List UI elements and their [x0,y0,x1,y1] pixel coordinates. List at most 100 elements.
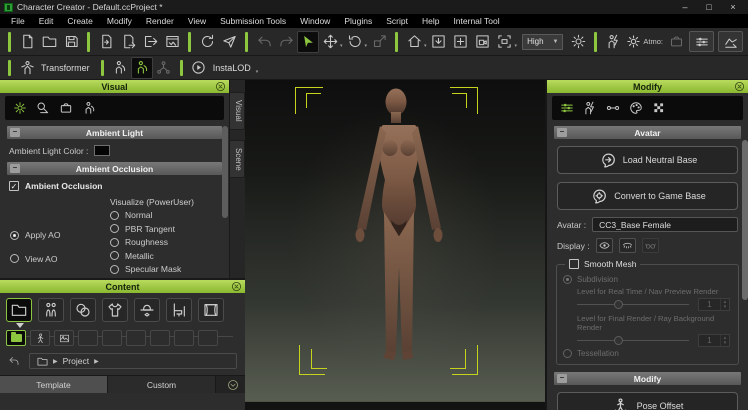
maximize-button[interactable]: □ [698,1,720,14]
bone-tab-icon[interactable] [606,101,620,115]
back-icon[interactable] [8,355,22,367]
export-document-button[interactable] [117,31,139,53]
subfolder-avatar-button[interactable] [30,330,50,346]
instalod-dropdown-icon[interactable]: ▾ [256,69,259,75]
visualize-pbr-tangent-radio[interactable] [110,224,119,233]
realtime-level-slider[interactable] [577,300,689,310]
hierarchy-button[interactable] [153,57,175,79]
view-ao-radio[interactable] [10,254,19,263]
save-project-button[interactable] [60,31,82,53]
edit-pose-button[interactable] [109,57,131,79]
avatar-section-header[interactable]: Avatar [554,126,741,139]
category-prop-button[interactable] [166,298,192,322]
load-neutral-base-button[interactable]: Load Neutral Base [557,146,738,174]
display-eye-button[interactable] [596,238,613,253]
viewport-3d[interactable] [245,80,545,410]
render-image-button[interactable] [161,31,183,53]
tab-custom[interactable]: Custom [108,376,216,393]
breadcrumb-root[interactable]: Project [63,356,89,366]
pose-offset-button[interactable]: Pose Offset [557,392,738,410]
sd-preview-button[interactable] [665,31,687,53]
import-button[interactable] [95,31,117,53]
final-level-slider[interactable] [577,336,689,346]
edit-motion-button[interactable] [131,57,153,79]
final-level-spinner[interactable]: 1 ▲▼ [698,334,730,347]
move-tool-dropdown-icon[interactable]: ▾ [340,43,343,49]
modify-section-header[interactable]: Modify [554,372,741,385]
texture-tab-icon[interactable] [652,101,666,115]
category-actor-button[interactable] [38,298,64,322]
transformer-label[interactable]: Transformer [41,63,90,73]
rotate-tool-dropdown-icon[interactable]: ▾ [365,43,368,49]
side-tab-scene[interactable]: Scene [230,140,245,179]
avatar-name-input[interactable]: CC3_Base Female [592,217,738,232]
move-tool-button[interactable] [319,31,341,53]
tab-template[interactable]: Template [0,376,108,393]
instalod-icon[interactable] [188,57,210,79]
visual-panel-header[interactable]: Visual [0,80,229,93]
side-tab-visual[interactable]: Visual [230,92,245,130]
center-view-button[interactable] [450,31,472,53]
open-project-button[interactable] [38,31,60,53]
expand-tabs-icon[interactable] [227,379,239,391]
camera-frame-button[interactable] [494,31,516,53]
instalod-label[interactable]: InstaLOD [213,63,251,73]
menu-help[interactable]: Help [415,14,446,28]
home-camera-button[interactable] [403,31,425,53]
menu-modify[interactable]: Modify [100,14,139,28]
new-project-button[interactable] [16,31,38,53]
spinner-arrows-icon[interactable]: ▲▼ [720,335,729,346]
material-tab-icon[interactable] [629,101,643,115]
update-check-button[interactable] [196,31,218,53]
menu-file[interactable]: File [4,14,32,28]
select-tool-button[interactable] [297,31,319,53]
render-quality-select[interactable]: High ▼ [522,34,563,50]
smooth-mesh-checkbox[interactable]: ✓ [569,259,579,269]
pose-tab-icon[interactable] [82,101,96,115]
scale-tool-button[interactable] [368,31,390,53]
ambient-light-section-header[interactable]: Ambient Light [7,126,222,139]
atmosphere-settings-button[interactable] [624,31,643,53]
lighting-button[interactable] [567,31,589,53]
subdivision-radio[interactable] [563,275,572,284]
visualize-specular-mask-radio[interactable] [110,265,119,274]
send-pose-button[interactable] [218,31,240,53]
undo-button[interactable] [253,31,275,53]
rotate-tool-button[interactable] [344,31,366,53]
character-tab-icon[interactable] [583,101,597,115]
sketch-mode-button[interactable] [718,31,743,52]
slider-knob[interactable] [614,336,623,345]
category-material-button[interactable] [70,298,96,322]
modify-panel-header[interactable]: Modify [547,80,748,93]
camera-tab-icon[interactable] [59,101,73,115]
tessellation-radio[interactable] [563,349,572,358]
ambient-light-color-swatch[interactable] [94,145,110,156]
spinner-arrows-icon[interactable]: ▲▼ [720,299,729,310]
modify-panel-close-icon[interactable] [734,81,745,92]
content-panel-close-icon[interactable] [231,281,242,292]
frame-selected-button[interactable] [428,31,450,53]
menu-render[interactable]: Render [139,14,181,28]
category-project-button[interactable] [6,298,32,322]
menu-view[interactable]: View [181,14,213,28]
realtime-level-spinner[interactable]: 1 ▲▼ [698,298,730,311]
apply-ao-radio[interactable] [10,231,19,240]
light-tab-icon[interactable] [36,101,50,115]
visual-panel-scrollbar[interactable] [222,126,228,218]
display-brow-button[interactable] [619,238,636,253]
camera-frame-dropdown-icon[interactable]: ▾ [515,43,518,49]
attribute-tab-icon[interactable] [560,101,574,115]
menu-window[interactable]: Window [293,14,337,28]
display-glasses-button[interactable] [642,238,659,253]
visualize-roughness-radio[interactable] [110,238,119,247]
visualize-metallic-radio[interactable] [110,251,119,260]
minimize-button[interactable]: – [674,1,696,14]
visual-settings-tab-icon[interactable] [13,101,27,115]
visualize-normal-radio[interactable] [110,211,119,220]
ambient-occlusion-checkbox[interactable]: ✓ [9,181,19,191]
visual-panel-close-icon[interactable] [215,81,226,92]
slider-knob[interactable] [614,300,623,309]
menu-submission-tools[interactable]: Submission Tools [213,14,293,28]
category-stage-button[interactable] [198,298,224,322]
menu-internal-tool[interactable]: Internal Tool [446,14,506,28]
